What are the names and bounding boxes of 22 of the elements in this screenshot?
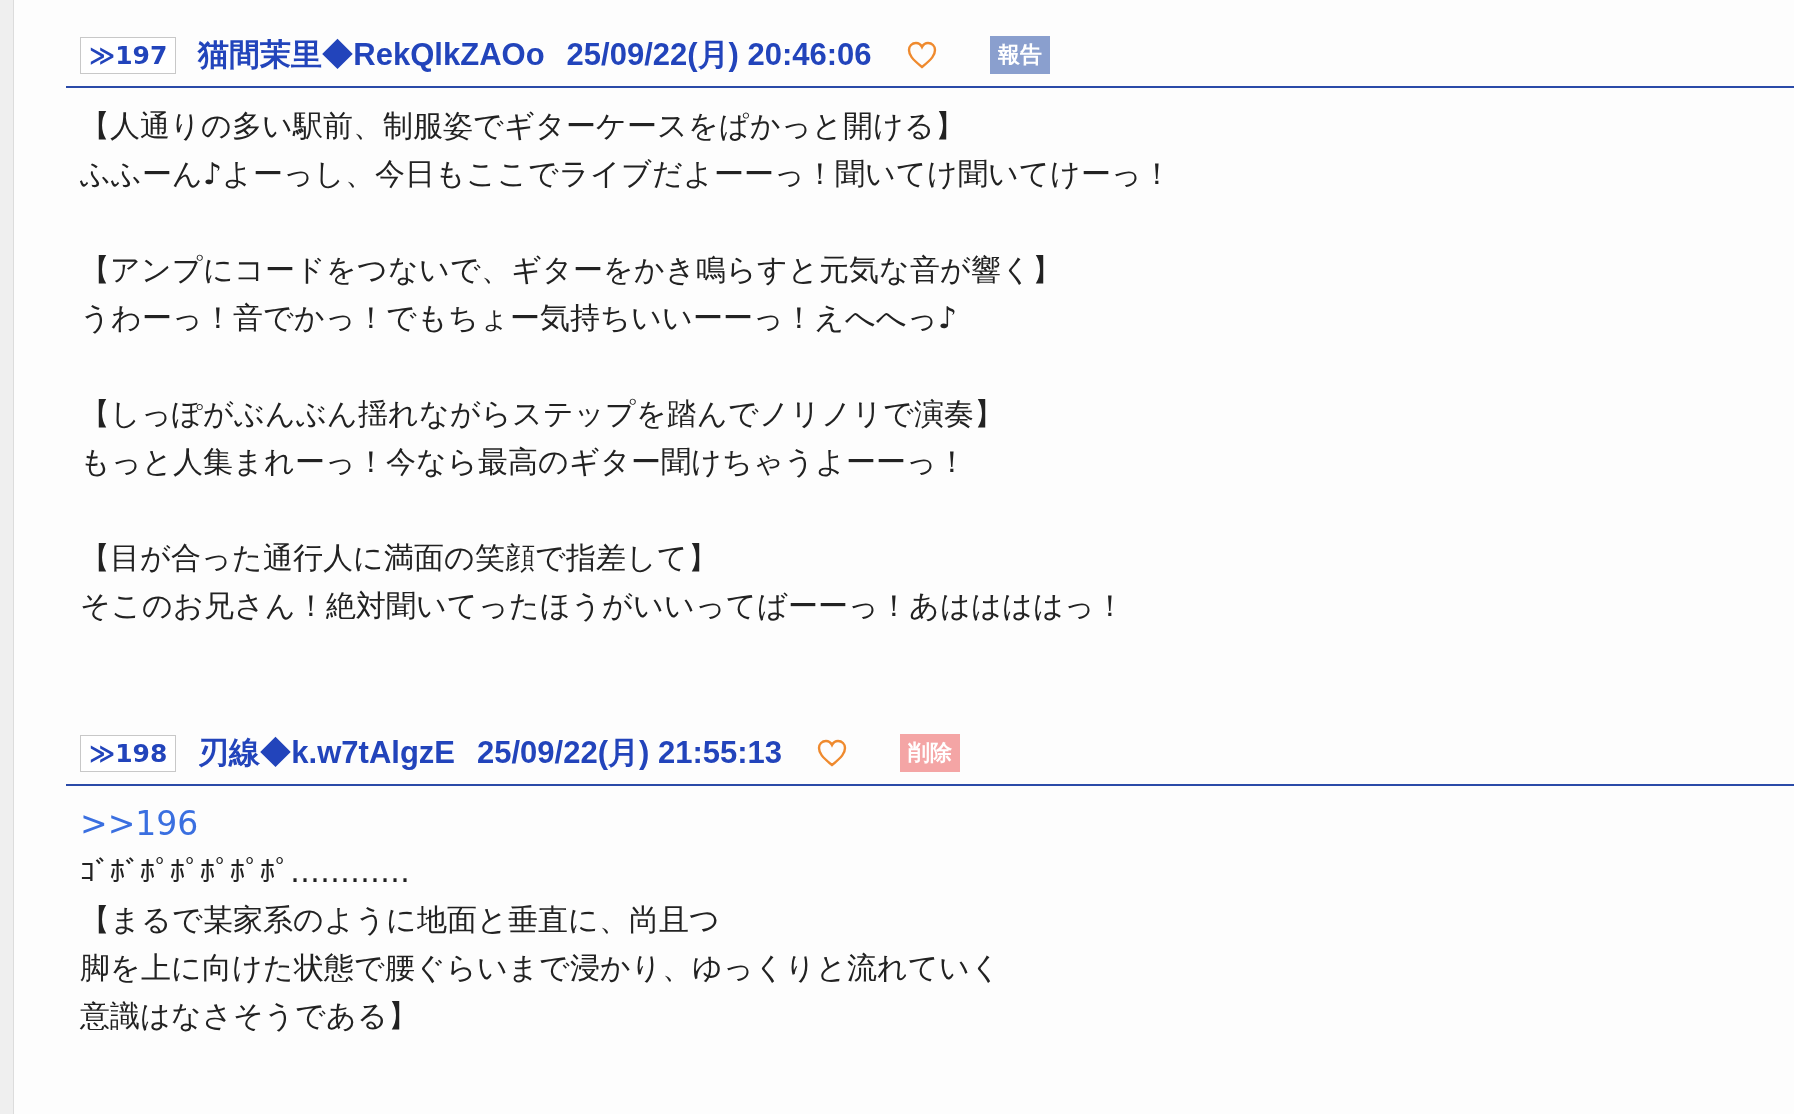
heart-icon[interactable] bbox=[905, 40, 938, 70]
post-text-line: うわーっ！音でかっ！でもちょー気持ちいいーーっ！えへへっ♪ bbox=[80, 299, 959, 337]
post-date: 25/09/22(月) 20:46:06 bbox=[566, 36, 872, 74]
post-text-line: もっと人集まれーっ！今なら最高のギター聞けちゃうよーーっ！ bbox=[80, 443, 968, 481]
post-number-link[interactable]: ≫197 bbox=[80, 36, 177, 74]
post-text-line: 意識はなさそうである】 bbox=[80, 997, 419, 1035]
poster-name: 刃線◆k.w7tAlgzE bbox=[198, 734, 455, 772]
reply-anchor-link[interactable]: >>196 bbox=[80, 800, 199, 848]
post-text-line: 【目が合った通行人に満面の笑顔で指差して】 bbox=[80, 539, 719, 577]
post-text-line: 【アンプにコードをつないで、ギターをかき鳴らすと元気な音が響く】 bbox=[80, 251, 1063, 289]
post-text-line: 【しっぽがぶんぶん揺れながらステップを踏んでノリノリで演奏】 bbox=[80, 395, 1005, 433]
report-button[interactable]: 報告 bbox=[989, 36, 1050, 74]
post-number-link[interactable]: ≫198 bbox=[80, 734, 177, 772]
heart-icon[interactable] bbox=[816, 738, 849, 768]
post-text-line: 【まるで某家系のように地面と垂直に、尚且つ bbox=[80, 901, 721, 939]
post-date: 25/09/22(月) 21:55:13 bbox=[477, 734, 783, 772]
post-text-line: そこのお兄さん！絶対聞いてったほうがいいってばーーっ！あははははっ！ bbox=[80, 587, 1126, 625]
post-text-line: ｺﾞﾎﾞﾎﾟﾎﾟﾎﾟﾎﾟﾎﾟ………… bbox=[80, 853, 411, 891]
post-text-line: 【人通りの多い駅前、制服姿でギターケースをぱかっと開ける】 bbox=[80, 107, 966, 145]
post-text-line: 脚を上に向けた状態で腰ぐらいまで浸かり、ゆっくりと流れていく bbox=[80, 949, 1002, 987]
poster-name: 猫間茉里◆RekQlkZAOo bbox=[198, 36, 545, 74]
post-text-line: ふふーん♪よーっし、今日もここでライブだよーーっ！聞いてけ聞いてけーっ！ bbox=[80, 155, 1174, 193]
